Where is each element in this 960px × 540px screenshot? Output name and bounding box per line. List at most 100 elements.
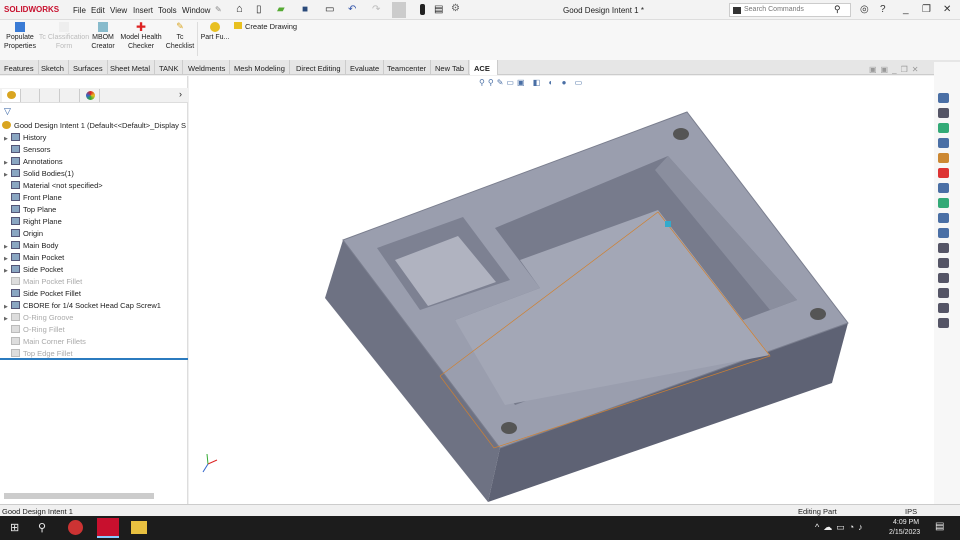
tree-item[interactable]: Sensors bbox=[4, 145, 51, 154]
units-selector[interactable]: IPS bbox=[905, 507, 917, 516]
traffic-light-icon[interactable] bbox=[420, 4, 425, 15]
task-pane-icon[interactable] bbox=[938, 153, 949, 163]
viewport-window-controls[interactable]: ▣▣_❐✕ bbox=[869, 65, 922, 74]
tree-item[interactable]: ▶ CBORE for 1/4 Socket Head Cap Screw1 bbox=[4, 301, 161, 310]
tab-new-tab[interactable]: New Tab bbox=[431, 60, 470, 75]
model-health-checker-button[interactable]: ✚ Model Health Checker bbox=[118, 21, 164, 51]
tab-sheet-metal[interactable]: Sheet Metal bbox=[106, 60, 156, 75]
tree-item[interactable]: O-Ring Fillet bbox=[4, 325, 65, 334]
expand-arrow-icon[interactable]: ▶ bbox=[4, 244, 11, 250]
tc-classification-button[interactable]: Tc Classification Form bbox=[38, 22, 90, 51]
task-pane-icon[interactable] bbox=[938, 213, 949, 223]
close-button[interactable]: ✕ bbox=[943, 4, 951, 15]
windows-start-icon[interactable]: ⊞ bbox=[10, 521, 19, 534]
system-tray-icons[interactable]: ^☁▭◔♪ bbox=[815, 522, 867, 533]
task-pane-icon[interactable] bbox=[938, 168, 949, 178]
task-pane-icon[interactable] bbox=[938, 273, 949, 283]
tree-item[interactable]: Front Plane bbox=[4, 193, 62, 202]
expand-arrow-icon[interactable]: ▶ bbox=[4, 316, 11, 322]
tree-item[interactable]: Main Corner Fillets bbox=[4, 337, 86, 346]
save-icon[interactable]: ■ bbox=[302, 4, 308, 15]
redo-icon[interactable]: ↷ bbox=[372, 4, 380, 15]
expand-arrow-icon[interactable]: ▶ bbox=[4, 136, 11, 142]
graphics-area[interactable]: ⚲⚲✎▭▣ ◧ ◐ ● ▭ ▣▣_❐✕ bbox=[189, 65, 934, 504]
tree-item[interactable]: Material <not specified> bbox=[4, 181, 103, 190]
tree-item[interactable]: Origin bbox=[4, 229, 43, 238]
tab-tank[interactable]: TANK bbox=[155, 60, 184, 75]
new-icon[interactable]: ▯ bbox=[256, 4, 262, 15]
tree-item[interactable]: ▶ Main Pocket bbox=[4, 253, 64, 262]
print-icon[interactable]: ▭ bbox=[325, 4, 334, 15]
expand-panel-icon[interactable]: › bbox=[179, 89, 182, 99]
tc-checklist-button[interactable]: ✎ Tc Checklist bbox=[164, 22, 196, 51]
tree-item[interactable]: ▶ Main Body bbox=[4, 241, 58, 250]
menu-window[interactable]: Window bbox=[182, 6, 210, 15]
expand-arrow-icon[interactable]: ▶ bbox=[4, 256, 11, 262]
tree-item[interactable]: ▶ Side Pocket bbox=[4, 265, 63, 274]
recorder-app-icon[interactable] bbox=[68, 520, 83, 535]
configuration-manager-tab-icon[interactable] bbox=[41, 89, 60, 102]
user-icon[interactable]: ◎ bbox=[860, 4, 869, 15]
horizontal-scrollbar[interactable] bbox=[4, 493, 154, 499]
tree-item[interactable]: Main Pocket Fillet bbox=[4, 277, 82, 286]
display-manager-tab-icon[interactable] bbox=[81, 89, 100, 102]
clock-date[interactable]: 2/15/2023 bbox=[889, 529, 920, 536]
tree-item[interactable]: ▶ History bbox=[4, 133, 46, 142]
tab-direct-editing[interactable]: Direct Editing bbox=[292, 60, 346, 75]
options-gear-icon[interactable]: ⚙ bbox=[451, 3, 460, 14]
search-taskbar-icon[interactable]: ⚲ bbox=[38, 521, 46, 534]
menu-insert[interactable]: Insert bbox=[133, 6, 153, 15]
task-pane-icon[interactable] bbox=[938, 243, 949, 253]
pin-icon[interactable]: ✎ bbox=[215, 5, 222, 14]
tab-evaluate[interactable]: Evaluate bbox=[346, 60, 385, 75]
task-pane-icon[interactable] bbox=[938, 303, 949, 313]
search-commands-input[interactable]: Search Commands bbox=[729, 3, 851, 17]
solidworks-logo[interactable]: SOLIDWORKS bbox=[4, 5, 59, 14]
task-pane-icon[interactable] bbox=[938, 138, 949, 148]
restore-button[interactable]: ❐ bbox=[922, 4, 931, 15]
panel-splitter[interactable] bbox=[0, 358, 188, 360]
expand-arrow-icon[interactable]: ▶ bbox=[4, 172, 11, 178]
tree-item[interactable]: ▶ Annotations bbox=[4, 157, 63, 166]
task-pane-icon[interactable] bbox=[938, 198, 949, 208]
task-pane-icon[interactable] bbox=[938, 228, 949, 238]
tab-sketch[interactable]: Sketch bbox=[37, 60, 69, 75]
task-pane-icon[interactable] bbox=[938, 318, 949, 328]
tab-mesh-modeling[interactable]: Mesh Modeling bbox=[230, 60, 290, 75]
minimize-button[interactable]: _ bbox=[903, 4, 909, 15]
file-properties-icon[interactable]: ▤ bbox=[434, 4, 443, 15]
tree-item[interactable]: Top Plane bbox=[4, 205, 56, 214]
task-pane-icon[interactable] bbox=[938, 183, 949, 193]
notifications-icon[interactable]: ▤ bbox=[935, 521, 944, 532]
tree-item[interactable]: Right Plane bbox=[4, 217, 62, 226]
mbom-creator-button[interactable]: MBOM Creator bbox=[89, 22, 117, 51]
property-manager-tab-icon[interactable] bbox=[21, 89, 40, 102]
tree-root[interactable]: Good Design Intent 1 (Default<<Default>_… bbox=[2, 121, 186, 130]
filter-icon[interactable]: ▽ bbox=[4, 106, 11, 117]
menu-file[interactable]: File bbox=[73, 6, 86, 15]
undo-icon[interactable]: ↶ bbox=[348, 4, 356, 15]
task-pane-icon[interactable] bbox=[938, 288, 949, 298]
tab-weldments[interactable]: Weldments bbox=[184, 60, 231, 75]
tab-ace[interactable]: ACE bbox=[470, 60, 498, 75]
tree-item[interactable]: ▶ Solid Bodies(1) bbox=[4, 169, 74, 178]
select-icon[interactable] bbox=[392, 2, 406, 18]
populate-properties-button[interactable]: Populate Properties bbox=[2, 22, 38, 51]
tree-item[interactable]: ▶ O-Ring Groove bbox=[4, 313, 73, 322]
expand-arrow-icon[interactable]: ▶ bbox=[4, 268, 11, 274]
heads-up-view-toolbar[interactable]: ⚲⚲✎▭▣ ◧ ◐ ● ▭ bbox=[479, 78, 585, 87]
tab-surfaces[interactable]: Surfaces bbox=[69, 60, 108, 75]
menu-view[interactable]: View bbox=[110, 6, 127, 15]
tab-teamcenter[interactable]: Teamcenter bbox=[383, 60, 432, 75]
menu-tools[interactable]: Tools bbox=[158, 6, 177, 15]
help-icon[interactable]: ? bbox=[880, 4, 886, 15]
tab-features[interactable]: Features bbox=[0, 60, 39, 75]
task-pane-icon[interactable] bbox=[938, 258, 949, 268]
home-icon[interactable]: ⌂ bbox=[236, 3, 243, 15]
menu-edit[interactable]: Edit bbox=[91, 6, 105, 15]
tree-item[interactable]: Side Pocket Fillet bbox=[4, 289, 81, 298]
task-pane-icon[interactable] bbox=[938, 93, 949, 103]
solidworks-app-icon[interactable] bbox=[97, 518, 119, 538]
expand-arrow-icon[interactable]: ▶ bbox=[4, 160, 11, 166]
clock-time[interactable]: 4:09 PM bbox=[893, 519, 919, 526]
